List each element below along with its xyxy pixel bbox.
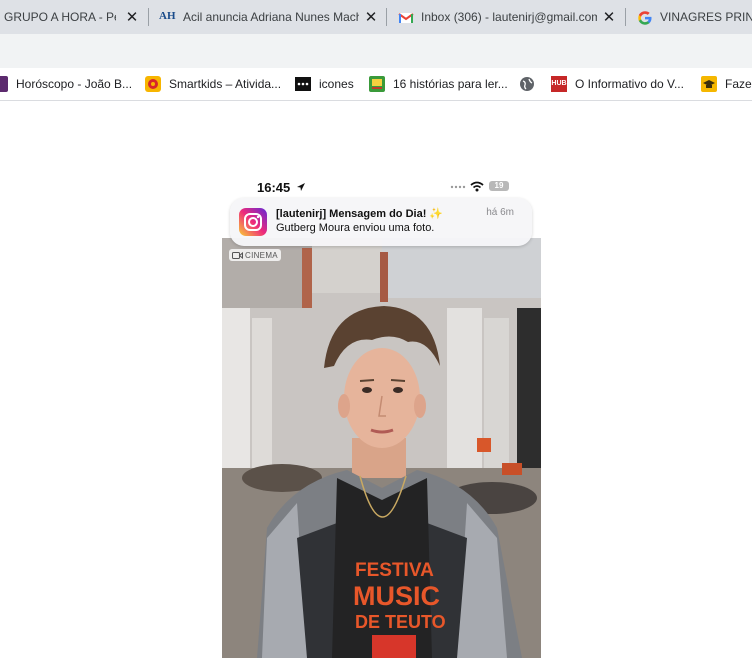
dots-icon [295, 77, 311, 91]
smartkids-icon [145, 76, 161, 92]
video-camera-icon [232, 251, 243, 259]
battery-level: 19 [494, 181, 504, 190]
tab-gmail-inbox[interactable]: Inbox (306) - lautenirj@gmail.com ✕ [387, 0, 625, 34]
notification-body: Gutberg Moura enviou uma foto. [276, 222, 435, 234]
gmail-icon [398, 13, 414, 23]
signal-dots-icon [450, 185, 466, 189]
ah-logo-icon: AH [159, 10, 176, 22]
cinema-label: CINEMA [245, 250, 278, 260]
bookmark-label: Horóscopo - João B... [16, 77, 133, 91]
hub-icon: HUB [551, 76, 567, 92]
tab-grupo-a-hora[interactable]: GRUPO A HORA - Pesquisa Google ✕ [0, 0, 150, 34]
battery-icon: 19 [489, 181, 509, 191]
photo-image: FESTIVA MUSIC DE TEUTO [222, 238, 541, 658]
tab-title: VINAGRES PRINZ [660, 10, 752, 24]
bookmark-globe[interactable] [519, 75, 543, 93]
bookmark-label: icones [319, 77, 354, 91]
tab-strip: GRUPO A HORA - Pesquisa Google ✕ AH Acil… [0, 0, 752, 34]
tab-title: Inbox (306) - lautenirj@gmail.com [421, 10, 597, 24]
status-time: 16:45 [257, 180, 291, 195]
notification-time: há 6m [486, 207, 514, 218]
close-tab-icon[interactable]: ✕ [363, 9, 379, 25]
tab-vinagres-prinz[interactable]: VINAGRES PRINZ [626, 0, 752, 34]
bookmarks-bar: Horóscopo - João B... Smartkids – Ativid… [0, 68, 752, 101]
bookmark-icones[interactable]: icones [295, 75, 354, 93]
bookmark-label: Smartkids – Ativida... [169, 77, 282, 91]
close-tab-icon[interactable]: ✕ [601, 9, 617, 25]
browser-toolbar [0, 34, 752, 68]
shirt-print-line-1: FESTIVA [355, 560, 434, 581]
book-icon [369, 76, 385, 92]
tab-title: GRUPO A HORA - Pesquisa Google [4, 10, 116, 24]
tab-acil[interactable]: AH Acil anuncia Adriana Nunes Machado ✕ [149, 0, 386, 34]
bookmark-horoscopo[interactable]: Horóscopo - João B... [0, 75, 132, 93]
shirt-print-line-3: DE TEUTO [355, 612, 446, 632]
bookmark-fazer[interactable]: Fazer [701, 75, 752, 93]
bookmark-smartkids[interactable]: Smartkids – Ativida... [145, 75, 281, 93]
phone-screenshot: FESTIVA MUSIC DE TEUTO 16:45 19 [lauteni… [222, 170, 541, 658]
shirt-print-line-2: MUSIC [353, 581, 440, 611]
google-icon [638, 11, 652, 25]
horoscope-icon [0, 76, 8, 92]
wifi-icon [470, 181, 484, 192]
instagram-notification[interactable]: [lautenirj] Mensagem do Dia! ✨ Gutberg M… [230, 198, 532, 246]
cinema-badge: CINEMA [229, 249, 281, 261]
instagram-icon [239, 208, 267, 236]
graduation-icon [701, 76, 717, 92]
location-arrow-icon [297, 183, 305, 191]
bookmark-o-informativo[interactable]: HUB O Informativo do V... [551, 75, 684, 93]
bookmark-label: O Informativo do V... [575, 77, 684, 91]
tab-title: Acil anuncia Adriana Nunes Machado [183, 10, 359, 24]
bookmark-label: Fazer [725, 77, 752, 91]
bookmark-16-historias[interactable]: 16 histórias para ler... [369, 75, 508, 93]
notification-title: [lautenirj] Mensagem do Dia! ✨ [276, 208, 444, 220]
globe-icon [520, 77, 534, 91]
close-tab-icon[interactable]: ✕ [124, 9, 140, 25]
bookmark-label: 16 histórias para ler... [393, 77, 508, 91]
